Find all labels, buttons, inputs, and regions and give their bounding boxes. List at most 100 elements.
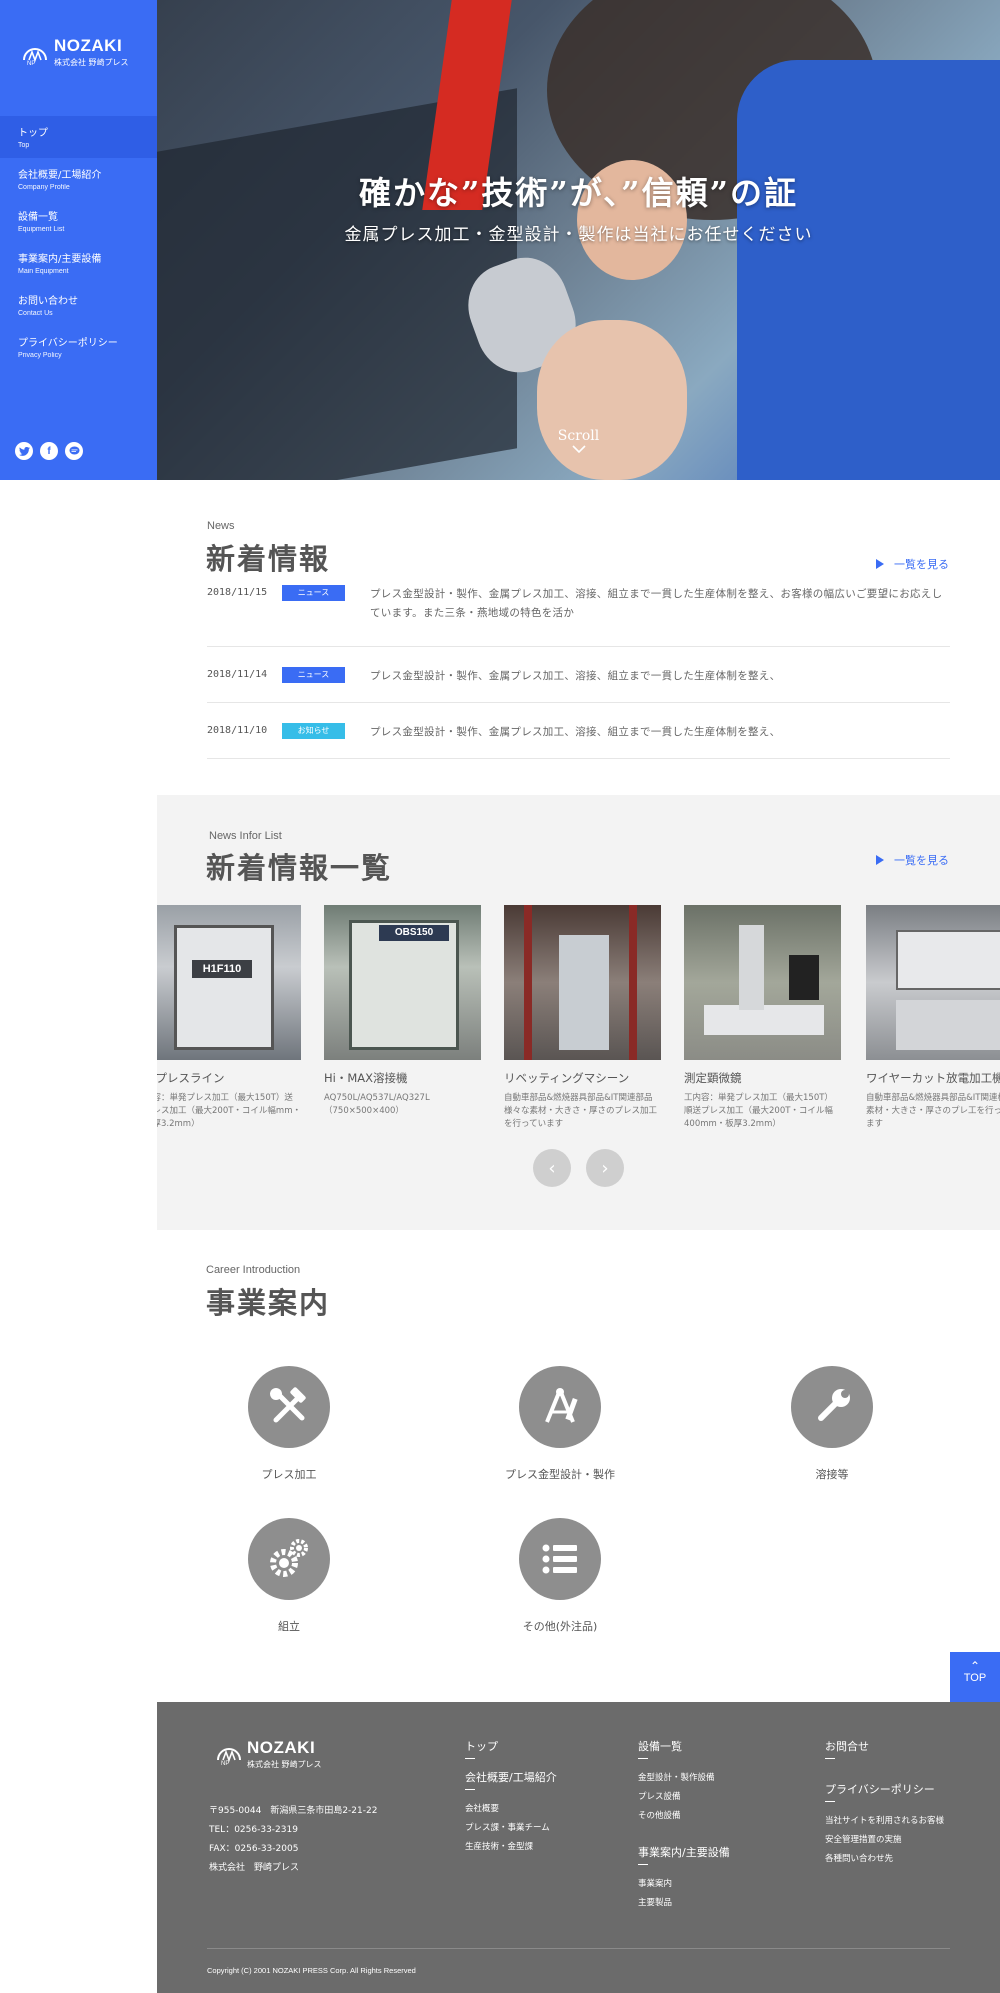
- footer-link-contact[interactable]: お問合せ: [825, 1738, 944, 1754]
- service-press[interactable]: プレス加工: [204, 1366, 374, 1482]
- divider: [465, 1758, 475, 1759]
- facebook-icon[interactable]: f: [40, 442, 58, 460]
- sidebar-item-label: プライバシーポリシー: [18, 338, 118, 349]
- equipment-card[interactable]: ワイヤーカット放電加工機 自動車部品&燃焼器具部品&IT関連様々な素材・大きさ・…: [866, 905, 1000, 1131]
- equipment-heading: 新着情報一覧: [206, 851, 393, 885]
- brand-logo[interactable]: NP NOZAKI 株式会社 野崎プレス: [20, 36, 129, 68]
- divider: [825, 1758, 835, 1759]
- service-assembly[interactable]: 組立: [204, 1518, 374, 1634]
- service-design[interactable]: プレス金型設計・製作: [475, 1366, 645, 1482]
- sidebar-item-contact[interactable]: お問い合わせ Contact Us: [0, 284, 157, 326]
- footer-logo[interactable]: NP NOZAKI 株式会社 野崎プレス: [214, 1738, 322, 1770]
- equipment-card[interactable]: 測定顕微鏡 工内容：単発プレス加工（最大150T）順送プレス加工（最大200T・…: [684, 905, 841, 1131]
- footer-address: 〒955-0044 新潟県三条市田島2-21-22 TEL：0256-33-23…: [209, 1802, 377, 1878]
- list-icon: [519, 1518, 601, 1600]
- equipment-photo-label: OBS150: [379, 925, 449, 941]
- footer-link[interactable]: プレス設備: [638, 1788, 730, 1807]
- service-welding[interactable]: 溶接等: [747, 1366, 917, 1482]
- footer-link[interactable]: プレス課・事業チーム: [465, 1819, 557, 1838]
- hero-title: 確かな”技術”が、”信頼”の証: [359, 174, 798, 212]
- back-to-top-button[interactable]: ⌃ TOP: [950, 1652, 1000, 1702]
- equipment-card[interactable]: H1F110 送プレスライン 内容：単発プレス加工（最大150T）送プレス加工（…: [157, 905, 301, 1131]
- footer-link[interactable]: 生産技術・金型課: [465, 1838, 557, 1857]
- sidebar-item-label: 会社概要/工場紹介: [18, 170, 102, 181]
- footer-link-business[interactable]: 事業案内/主要設備: [638, 1844, 730, 1860]
- divider: [825, 1801, 835, 1802]
- sidebar-item-equipment[interactable]: 設備一覧 Equipment List: [0, 200, 157, 242]
- sidebar-item-label: 設備一覧: [18, 212, 58, 223]
- service-other[interactable]: その他(外注品): [475, 1518, 645, 1634]
- logo-mark-icon: NP: [20, 38, 50, 67]
- divider: [638, 1864, 648, 1865]
- copyright: Copyright (C) 2001 NOZAKI PRESS Corp. Al…: [207, 1966, 416, 1975]
- footer-link-privacy[interactable]: プライバシーポリシー: [825, 1781, 944, 1797]
- news-more-link[interactable]: 一覧を見る: [876, 556, 949, 572]
- news-date: 2018/11/14: [207, 669, 268, 680]
- footer-link-top[interactable]: トップ: [465, 1738, 557, 1754]
- news-text: プレス金型設計・製作、金属プレス加工、溶接、組立まで一貫した生産体制を整え、: [370, 726, 781, 738]
- news-row[interactable]: 2018/11/14 ニュース プレス金型設計・製作、金属プレス加工、溶接、組立…: [207, 647, 950, 703]
- news-text: プレス金型設計・製作、金属プレス加工、溶接、組立まで一貫した生産体制を整え、お客…: [370, 588, 943, 619]
- news-badge: ニュース: [282, 667, 345, 683]
- fax-line: FAX：0256-33-2005: [209, 1844, 299, 1854]
- footer-link-equipment[interactable]: 設備一覧: [638, 1738, 730, 1754]
- sidebar-item-label: トップ: [18, 128, 48, 139]
- news-row[interactable]: 2018/11/15 ニュース プレス金型設計・製作、金属プレス加工、溶接、組立…: [207, 585, 950, 647]
- social-links: f: [15, 442, 83, 460]
- sidebar-item-privacy[interactable]: プライバシーポリシー Privacy Policy: [0, 326, 157, 368]
- brand-sub: 株式会社 野崎プレス: [54, 58, 129, 67]
- brand-name: NOZAKI: [54, 36, 123, 55]
- footer-link[interactable]: その他設備: [638, 1807, 730, 1826]
- chevron-up-icon: ⌃: [969, 1659, 981, 1673]
- footer-link[interactable]: 安全管理措置の実施: [825, 1831, 944, 1850]
- equipment-desc: AQ750L/AQ537L/AQ327L（750×500×400）: [324, 1093, 430, 1116]
- footer-col-2: 設備一覧 金型設計・製作設備 プレス設備 その他設備 事業案内/主要設備 事業案…: [638, 1738, 730, 1913]
- scroll-indicator[interactable]: Scroll: [157, 428, 1000, 454]
- service-label: 組立: [278, 1620, 300, 1633]
- equipment-card[interactable]: リベッティングマシーン 自動車部品&燃焼器具部品&IT関連部品様々な素材・大きさ…: [504, 905, 661, 1131]
- equipment-title: リベッティングマシーン: [504, 1071, 630, 1085]
- sidebar-item-label: 事業案内/主要設備: [18, 254, 102, 265]
- equipment-photo-label: H1F110: [192, 960, 252, 978]
- news-en-heading: News: [207, 520, 235, 532]
- sidebar-item-label: お問い合わせ: [18, 296, 78, 307]
- footer: NP NOZAKI 株式会社 野崎プレス 〒955-0044 新潟県三条市田島2…: [157, 1702, 1000, 1993]
- sidebar: NP NOZAKI 株式会社 野崎プレス トップ Top 会社概要/工場紹介 C…: [0, 0, 157, 480]
- equipment-photo: OBS150: [324, 905, 481, 1060]
- footer-link[interactable]: 会社概要: [465, 1800, 557, 1819]
- news-badge: ニュース: [282, 585, 345, 601]
- sidebar-item-sublabel: Top: [18, 142, 30, 149]
- carousel-prev-button[interactable]: ‹: [533, 1149, 571, 1187]
- sidebar-item-sublabel: Contact Us: [18, 310, 53, 317]
- equipment-card[interactable]: OBS150 Hi・MAX溶接機 AQ750L/AQ537L/AQ327L（75…: [324, 905, 481, 1118]
- carousel-controls: ‹ ›: [533, 1149, 624, 1187]
- equipment-desc: 工内容：単発プレス加工（最大150T）順送プレス加工（最大200T・コイル幅40…: [684, 1093, 833, 1129]
- sidebar-item-top[interactable]: トップ Top: [0, 116, 157, 158]
- sidebar-item-business[interactable]: 事業案内/主要設備 Main Equipment: [0, 242, 157, 284]
- equipment-photo: H1F110: [157, 905, 301, 1060]
- carousel-next-button[interactable]: ›: [586, 1149, 624, 1187]
- footer-link[interactable]: 金型設計・製作設備: [638, 1769, 730, 1788]
- footer-link[interactable]: 当社サイトを利用されるお客様: [825, 1812, 944, 1831]
- footer-link-company[interactable]: 会社概要/工場紹介: [465, 1769, 557, 1785]
- news-more-label: 一覧を見る: [894, 558, 949, 571]
- page: NP NOZAKI 株式会社 野崎プレス トップ Top 会社概要/工場紹介 C…: [0, 0, 1000, 1993]
- sidebar-item-company[interactable]: 会社概要/工場紹介 Company Profile: [0, 158, 157, 200]
- equipment-more-link[interactable]: 一覧を見る: [876, 852, 949, 868]
- twitter-icon[interactable]: [15, 442, 33, 460]
- footer-link[interactable]: 事業案内: [638, 1875, 730, 1894]
- equipment-more-label: 一覧を見る: [894, 854, 949, 867]
- play-icon: [876, 559, 884, 569]
- footer-link[interactable]: 主要製品: [638, 1894, 730, 1913]
- wrench-icon: [791, 1366, 873, 1448]
- logo-mark-icon: NP: [214, 1738, 244, 1770]
- equipment-en-heading: News Infor List: [209, 830, 282, 842]
- line-icon[interactable]: [65, 442, 83, 460]
- news-row[interactable]: 2018/11/10 お知らせ プレス金型設計・製作、金属プレス加工、溶接、組立…: [207, 703, 950, 759]
- hero-photo-hand: [537, 320, 687, 480]
- tel-line: TEL：0256-33-2319: [209, 1825, 298, 1835]
- sidebar-nav: トップ Top 会社概要/工場紹介 Company Profile 設備一覧 E…: [0, 116, 157, 368]
- scroll-label: Scroll: [557, 428, 600, 444]
- news-date: 2018/11/15: [207, 587, 268, 598]
- footer-link[interactable]: 各種問い合わせ先: [825, 1850, 944, 1869]
